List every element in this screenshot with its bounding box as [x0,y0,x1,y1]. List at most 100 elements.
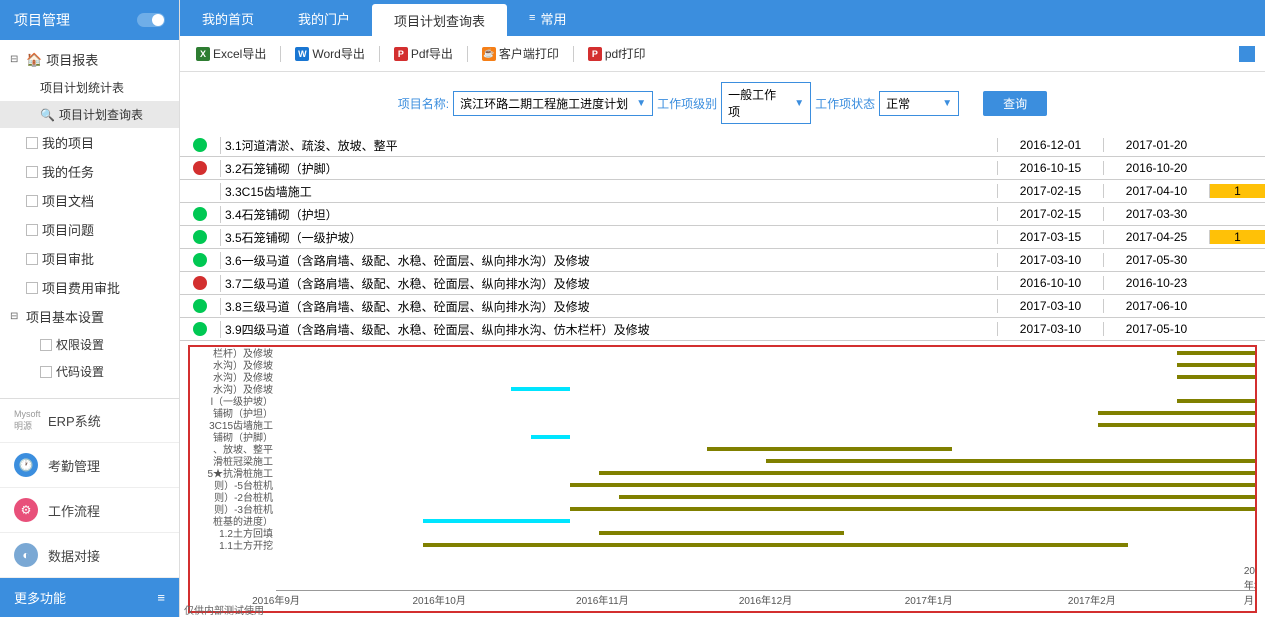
tree-item[interactable]: 项目计划统计表 [0,74,179,101]
tab[interactable]: ≡常用 [507,0,588,36]
filter-level-label: 工作项级别 [657,95,717,112]
export-label: Pdf导出 [411,45,453,62]
tree-group[interactable]: 项目问题 [0,215,179,244]
sidebar-toggle[interactable] [137,13,165,27]
tree-group[interactable]: ⊟🏠项目报表 [0,45,179,74]
tree-group[interactable]: 项目审批 [0,244,179,273]
status-dot [193,253,207,267]
table-row[interactable]: 3.2石笼铺砌（护脚） 2016-10-15 2016-10-20 [180,157,1265,180]
end-date: 2017-05-30 [1103,253,1209,267]
gantt-bar [1177,399,1255,403]
table-row[interactable]: 3.4石笼铺砌（护坦） 2017-02-15 2017-03-30 [180,203,1265,226]
tree-group[interactable]: 项目费用审批 [0,273,179,302]
gantt-row-label: 栏杆）及修坡 [193,349,273,361]
task-name: 3.3C15齿墙施工 [220,183,997,200]
tab[interactable]: 我的门户 [276,0,372,36]
folder-icon [26,253,38,265]
gantt-bar [1177,375,1255,379]
gantt-row-label: 1.1土方开挖 [193,541,273,553]
end-date: 2017-03-30 [1103,207,1209,221]
table-row[interactable]: 3.5石笼铺砌（一级护坡） 2017-03-15 2017-04-25 1 [180,226,1265,249]
axis-label: 2017年2月 [1068,592,1116,607]
tree-label: 我的项目 [42,133,94,152]
start-date: 2017-03-15 [997,230,1103,244]
export-button[interactable]: Ppdf打印 [582,42,652,65]
module-item[interactable]: ⚙工作流程 [0,488,179,533]
tree-label: 项目费用审批 [42,278,120,297]
chevron-down-icon: ▼ [794,98,804,109]
module-item[interactable]: 🕐考勤管理 [0,443,179,488]
tree-group[interactable]: 我的任务 [0,157,179,186]
tree-item[interactable]: 权限设置 [0,331,179,358]
end-date: 2017-01-20 [1103,138,1209,152]
filter-bar: 项目名称: 滨江环路二期工程施工进度计划 ▼ 工作项级别 一般工作项 ▼ 工作项… [180,72,1265,134]
start-date: 2017-03-10 [997,299,1103,313]
folder-icon [26,224,38,236]
task-name: 3.5石笼铺砌（一级护坡） [220,229,997,246]
tree-label: 项目计划查询表 [59,106,143,123]
tree-label: 项目计划统计表 [40,79,124,96]
tab[interactable]: 项目计划查询表 [372,4,507,36]
tree-group[interactable]: 我的项目 [0,128,179,157]
work-level-select[interactable]: 一般工作项 ▼ [721,82,811,124]
status-dot [193,299,207,313]
axis-label: 2016年12月 [739,592,792,607]
table-row[interactable]: 3.3C15齿墙施工 2017-02-15 2017-04-10 1 [180,180,1265,203]
query-button[interactable]: 查询 [983,91,1047,116]
gantt-bar [511,387,570,391]
tree-label: 项目文档 [42,191,94,210]
toolbar-right-icon[interactable] [1239,46,1255,62]
more-button[interactable]: 更多功能 ≡ [0,578,179,617]
expand-icon: ⊟ [10,311,22,322]
task-name: 3.8三级马道（含路肩墙、级配、水稳、砼面层、纵向排水沟）及修坡 [220,298,997,315]
data-icon: ◐ [14,543,38,567]
axis-label: 2017年3月 [1244,566,1257,607]
export-button[interactable]: XExcel导出 [190,42,272,65]
table-row[interactable]: 3.1河道清淤、疏浚、放坡、整平 2016-12-01 2017-01-20 [180,134,1265,157]
gantt-row-label: 则）-5台桩机 [193,481,273,493]
table-row[interactable]: 3.6一级马道（含路肩墙、级配、水稳、砼面层、纵向排水沟）及修坡 2017-03… [180,249,1265,272]
export-label: Excel导出 [213,45,266,62]
export-button[interactable]: WWord导出 [289,42,370,65]
end-date: 2017-04-25 [1103,230,1209,244]
house-icon: 🏠 [26,52,42,68]
gantt-bar [599,531,844,535]
gantt-bar [570,483,1255,487]
gantt-row-label: 则）-3台桩机 [193,505,273,517]
toolbar: XExcel导出 WWord导出 PPdf导出 ☕客户端打印 Ppdf打印 [180,36,1265,72]
gantt-bar [1177,363,1255,367]
tree-item[interactable]: 代码设置 [0,358,179,385]
start-date: 2016-12-01 [997,138,1103,152]
project-name-select[interactable]: 滨江环路二期工程施工进度计划 ▼ [453,91,653,116]
gantt-bar [766,459,1256,463]
axis-label: 2017年1月 [905,592,953,607]
start-date: 2017-03-10 [997,322,1103,336]
sidebar-title: 项目管理 [14,10,70,30]
nav-tree: ⊟🏠项目报表项目计划统计表🔍项目计划查询表我的项目我的任务项目文档项目问题项目审… [0,40,179,398]
tab[interactable]: 我的首页 [180,0,276,36]
export-button[interactable]: PPdf导出 [388,42,459,65]
table-row[interactable]: 3.7二级马道（含路肩墙、级配、水稳、砼面层、纵向排水沟）及修坡 2016-10… [180,272,1265,295]
menu-icon: ≡ [157,590,165,605]
module-item[interactable]: ◐数据对接 [0,533,179,578]
expand-icon: ⊟ [10,54,22,65]
tree-group[interactable]: ⊟项目基本设置 [0,302,179,331]
module-list: Mysoft明源ERP系统🕐考勤管理⚙工作流程◐数据对接 [0,398,179,578]
tree-label: 权限设置 [56,336,104,353]
tree-item[interactable]: 🔍项目计划查询表 [0,101,179,128]
gantt-row-label: 则）-2台桩机 [193,493,273,505]
tree-group[interactable]: 项目文档 [0,186,179,215]
work-status-select[interactable]: 正常 ▼ [879,91,959,116]
table-row[interactable]: 3.9四级马道（含路肩墙、级配、水稳、砼面层、纵向排水沟、仿木栏杆）及修坡 20… [180,318,1265,341]
tree-label: 代码设置 [56,363,104,380]
gantt-row-label: 铺砌（护坦） [193,409,273,421]
module-item[interactable]: Mysoft明源ERP系统 [0,399,179,443]
module-label: ERP系统 [48,411,101,430]
gantt-bar [1098,423,1255,427]
start-date: 2017-02-15 [997,207,1103,221]
export-button[interactable]: ☕客户端打印 [476,42,565,65]
table-row[interactable]: 3.8三级马道（含路肩墙、级配、水稳、砼面层、纵向排水沟）及修坡 2017-03… [180,295,1265,318]
end-date: 2017-05-10 [1103,322,1209,336]
gantt-bar [423,519,570,523]
gantt-row-label: 、放坡、整平 [193,445,273,457]
